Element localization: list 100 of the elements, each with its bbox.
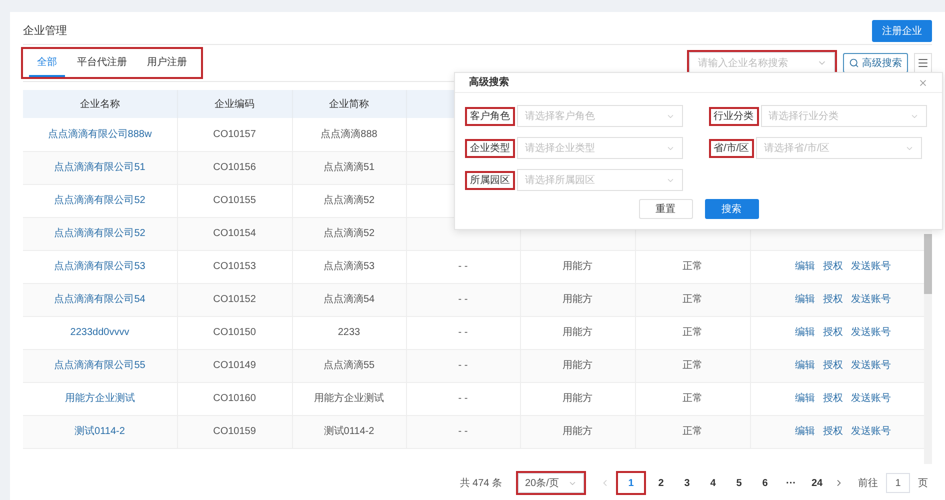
table-cell: CO10159 xyxy=(213,426,256,437)
tab[interactable]: 全部 xyxy=(29,49,65,77)
table-cell: 用能方 xyxy=(562,261,592,272)
page-button[interactable]: 24 xyxy=(808,473,826,493)
company-link[interactable]: 点点滴滴有限公司54 xyxy=(54,294,146,305)
search-icon xyxy=(849,58,859,68)
table-cell: 用能方 xyxy=(562,360,592,371)
field-label: 省/市/区 xyxy=(710,140,752,156)
company-link[interactable]: 点点滴滴有限公司52 xyxy=(54,228,146,239)
table-cell: 2233 xyxy=(338,327,360,338)
company-link[interactable]: 点点滴滴有限公司52 xyxy=(54,195,146,206)
page-button[interactable]: 2 xyxy=(652,473,670,493)
panel-title: 高级搜索 xyxy=(469,75,509,90)
search-field[interactable]: 请输入企业名称搜索 xyxy=(689,52,835,74)
action-link[interactable]: 发送账号 xyxy=(850,424,891,439)
table-cell: 正常 xyxy=(682,261,702,272)
field-label: 行业分类 xyxy=(710,108,756,124)
table-cell: - - xyxy=(458,327,468,338)
table-cell: 测试0114-2 xyxy=(324,426,374,437)
table-cell: - - xyxy=(458,393,468,404)
page-button[interactable]: 1 xyxy=(618,473,644,493)
action-link[interactable]: 发送账号 xyxy=(850,292,891,307)
company-link[interactable]: 测试0114-2 xyxy=(74,426,125,437)
page-button[interactable]: 4 xyxy=(704,473,722,493)
table-cell: 正常 xyxy=(682,360,702,371)
action-link[interactable]: 发送账号 xyxy=(850,391,891,406)
menu-icon xyxy=(917,57,929,69)
table-cell: CO10150 xyxy=(213,327,256,338)
page-button[interactable]: 6 xyxy=(756,473,774,493)
action-link[interactable]: 授权 xyxy=(822,292,843,307)
table-cell: CO10152 xyxy=(213,294,256,305)
column-header: 企业编码 xyxy=(214,98,254,110)
table-cell: - - xyxy=(458,426,468,437)
action-link[interactable]: 编辑 xyxy=(794,325,815,340)
scrollbar[interactable] xyxy=(924,234,932,464)
field-label: 客户角色 xyxy=(467,108,513,124)
action-link[interactable]: 发送账号 xyxy=(850,358,891,373)
table-cell: CO10153 xyxy=(213,261,256,272)
table-cell: 点点滴滴52 xyxy=(323,228,375,239)
table-cell: CO10156 xyxy=(213,162,256,173)
page-input[interactable]: 1 xyxy=(886,473,910,493)
table-cell: 用能方企业测试 xyxy=(314,393,384,404)
table-cell: - - xyxy=(458,294,468,305)
column-header: 企业简称 xyxy=(329,98,369,110)
page-suffix: 页 xyxy=(918,476,928,490)
table-cell: 点点滴滴54 xyxy=(323,294,375,305)
company-link[interactable]: 用能方企业测试 xyxy=(64,393,135,404)
page-button[interactable]: 3 xyxy=(678,473,696,493)
table-cell: CO10154 xyxy=(213,228,256,239)
table-cell: 用能方 xyxy=(562,426,592,437)
company-link[interactable]: 点点滴滴有限公司55 xyxy=(54,360,146,371)
table-cell: 正常 xyxy=(682,426,702,437)
action-link[interactable]: 授权 xyxy=(822,391,843,406)
company-link[interactable]: 点点滴滴有限公司53 xyxy=(54,261,146,272)
search-button[interactable]: 搜索 xyxy=(704,199,758,219)
goto-label: 前往 xyxy=(858,476,878,490)
table-cell: - - xyxy=(458,360,468,371)
company-link[interactable]: 2233dd0vvvv xyxy=(70,327,130,338)
table-cell: CO10157 xyxy=(213,128,256,140)
action-link[interactable]: 编辑 xyxy=(794,259,815,274)
table-cell: CO10149 xyxy=(213,360,256,371)
table-cell: 点点滴滴52 xyxy=(323,195,375,206)
column-header: 企业名称 xyxy=(80,98,120,110)
close-icon[interactable] xyxy=(918,78,928,88)
table-cell: 点点滴滴53 xyxy=(323,261,375,272)
field-label: 企业类型 xyxy=(467,140,513,156)
action-link[interactable]: 编辑 xyxy=(794,424,815,439)
company-link[interactable]: 点点滴滴有限公司51 xyxy=(54,162,146,173)
action-link[interactable]: 授权 xyxy=(822,424,843,439)
table-cell: 用能方 xyxy=(562,327,592,338)
action-link[interactable]: 授权 xyxy=(822,358,843,373)
table-cell: 用能方 xyxy=(562,393,592,404)
field-label: 所属园区 xyxy=(467,172,513,188)
table-cell: 点点滴滴51 xyxy=(323,162,375,173)
table-cell: 正常 xyxy=(682,327,702,338)
action-link[interactable]: 授权 xyxy=(822,325,843,340)
action-link[interactable]: 编辑 xyxy=(794,391,815,406)
action-link[interactable]: 授权 xyxy=(822,259,843,274)
register-button[interactable]: 注册企业 xyxy=(872,20,932,42)
table-cell: CO10160 xyxy=(213,393,256,404)
action-link[interactable]: 编辑 xyxy=(794,358,815,373)
table-cell: 正常 xyxy=(682,294,702,305)
action-link[interactable]: 发送账号 xyxy=(850,259,891,274)
action-link[interactable]: 发送账号 xyxy=(850,325,891,340)
table-cell: 点点滴滴55 xyxy=(323,360,375,371)
page-button[interactable]: ··· xyxy=(782,473,800,493)
tab[interactable]: 平台代注册 xyxy=(69,49,135,77)
company-link[interactable]: 点点滴滴有限公司888w xyxy=(48,128,152,140)
page-button[interactable]: 5 xyxy=(730,473,748,493)
page-size-select[interactable]: 20条/页 xyxy=(518,473,584,493)
action-link[interactable]: 编辑 xyxy=(794,292,815,307)
reset-button[interactable]: 重置 xyxy=(638,199,692,219)
table-cell: 点点滴滴888 xyxy=(320,128,378,140)
tab[interactable]: 用户注册 xyxy=(139,49,195,77)
page-title: 企业管理 xyxy=(23,24,67,39)
table-cell: 正常 xyxy=(682,393,702,404)
total-count: 共 474 条 xyxy=(460,476,502,490)
table-cell: - - xyxy=(458,261,468,272)
table-cell: CO10155 xyxy=(213,195,256,206)
table-cell: 用能方 xyxy=(562,294,592,305)
